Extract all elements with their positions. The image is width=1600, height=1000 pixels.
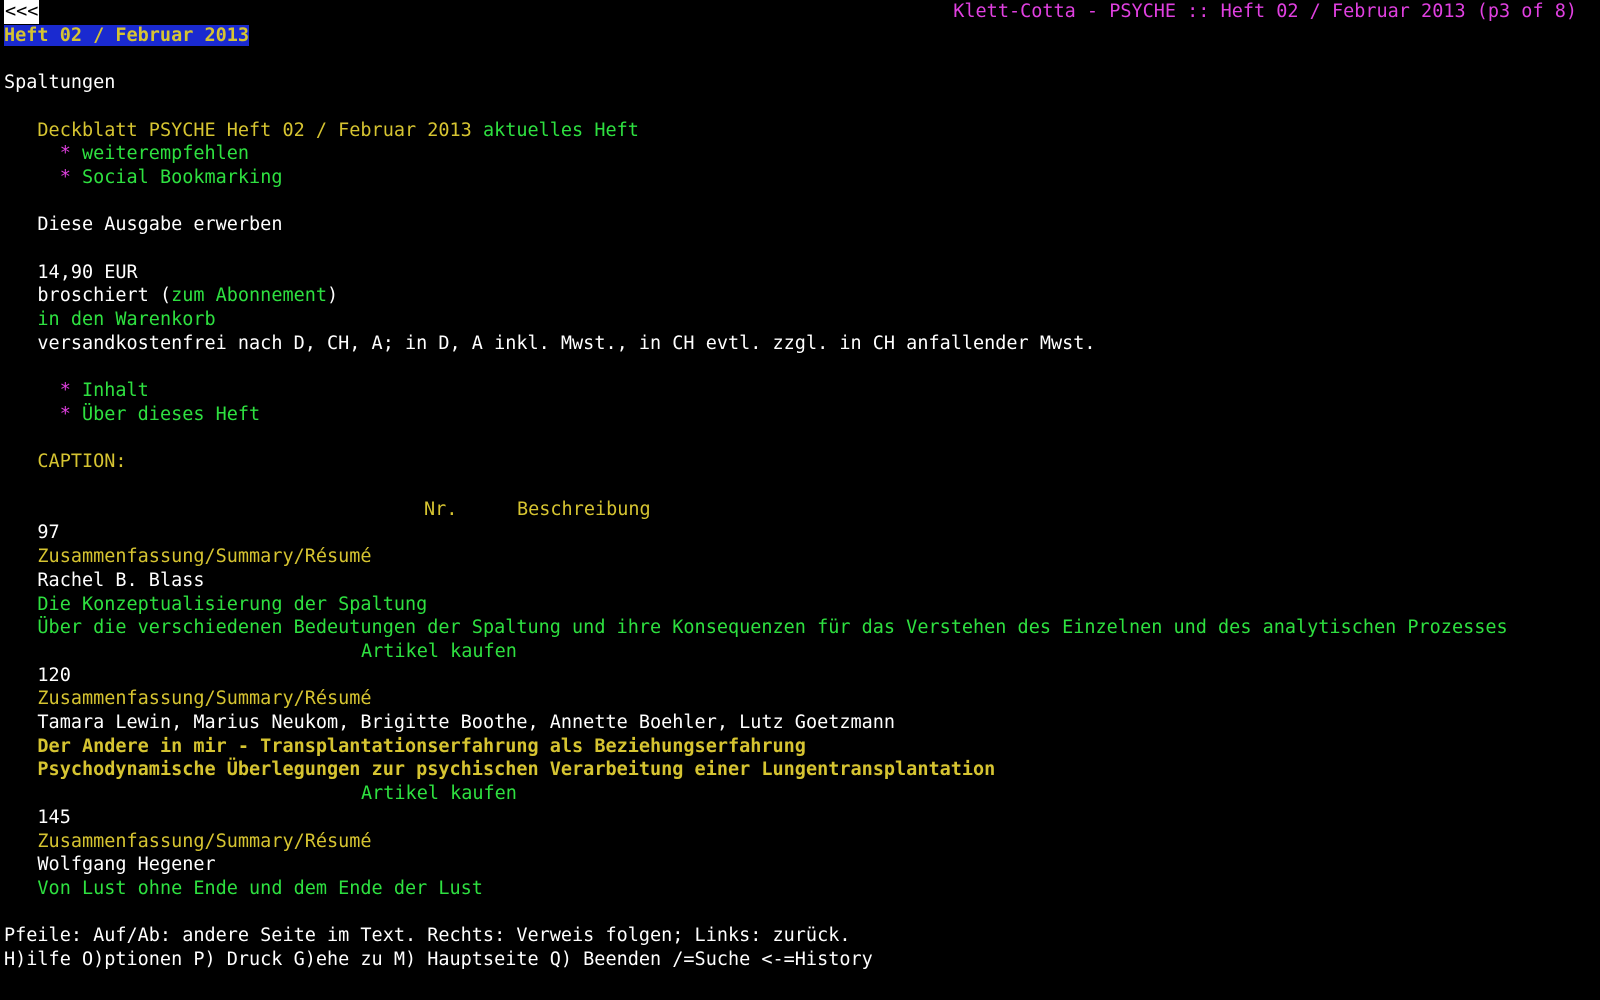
article-authors: Wolfgang Hegener xyxy=(4,853,216,877)
shipping-line: versandkostenfrei nach D, CH, A; in D, A… xyxy=(4,332,1096,356)
article-title: Der Andere in mir - Transplantationserfa… xyxy=(4,735,806,759)
subscription-link[interactable]: zum Abonnement xyxy=(171,285,327,306)
article-nr: 97 xyxy=(4,521,60,545)
article-title: Von Lust ohne Ende und dem Ende der Lust xyxy=(4,877,483,901)
add-to-cart-link[interactable]: in den Warenkorb xyxy=(37,309,215,330)
article-nr: 120 xyxy=(4,664,71,688)
window-title: Klett-Cotta - PSYCHE :: Heft 02 / Februa… xyxy=(953,1,1577,22)
bullet-icon: * xyxy=(59,380,71,402)
about-issue-link[interactable]: Über dieses Heft xyxy=(82,404,260,425)
article-nr-value: 120 xyxy=(37,664,71,686)
list-item: * weiterempfehlen xyxy=(4,142,249,166)
bullet-icon: * xyxy=(59,166,71,188)
summary-link[interactable]: Zusammenfassung/Summary/Résumé xyxy=(37,688,371,709)
list-item: * Inhalt xyxy=(4,379,149,403)
article-title: Die Konzeptualisierung der Spaltung xyxy=(4,593,427,617)
article-subtitle-link[interactable]: Psychodynamische Überlegungen zur psychi… xyxy=(37,759,995,780)
contents-link[interactable]: Inhalt xyxy=(82,380,149,401)
article-subtitle: Psychodynamische Überlegungen zur psychi… xyxy=(4,758,995,782)
summary-line: Zusammenfassung/Summary/Résumé xyxy=(4,687,371,711)
article-title-link[interactable]: Die Konzeptualisierung der Spaltung xyxy=(37,594,427,615)
current-issue-heading: Heft 02 / Februar 2013 xyxy=(4,24,250,48)
article-authors: Rachel B. Blass xyxy=(4,569,205,593)
price: 14,90 EUR xyxy=(37,261,138,283)
list-item: * Über dieses Heft xyxy=(4,403,261,427)
section-title: Spaltungen xyxy=(4,72,116,93)
table-caption: CAPTION: xyxy=(4,450,127,474)
buy-article-link[interactable]: Artikel kaufen xyxy=(361,782,517,806)
summary-link[interactable]: Zusammenfassung/Summary/Résumé xyxy=(37,546,371,567)
header-description: Beschreibung xyxy=(517,498,651,520)
cover-line: Deckblatt PSYCHE Heft 02 / Februar 2013 … xyxy=(4,119,639,143)
article-subtitle-link[interactable]: Über die verschiedenen Bedeutungen der S… xyxy=(37,617,1507,638)
current-issue-link[interactable]: aktuelles Heft xyxy=(483,120,639,141)
authors-text: Wolfgang Hegener xyxy=(37,854,216,876)
summary-line: Zusammenfassung/Summary/Résumé xyxy=(4,545,371,569)
article-nr: 145 xyxy=(4,806,71,830)
article-nr-value: 97 xyxy=(37,522,60,544)
command-status-line: H)ilfe O)ptionen P) Druck G)ehe zu M) Ha… xyxy=(4,949,873,970)
help-status-line: Pfeile: Auf/Ab: andere Seite im Text. Re… xyxy=(4,925,851,947)
cover-link[interactable]: Deckblatt PSYCHE Heft 02 / Februar 2013 xyxy=(37,120,471,141)
article-title-link[interactable]: Von Lust ohne Ende und dem Ende der Lust xyxy=(37,878,483,899)
authors-text: Tamara Lewin, Marius Neukom, Brigitte Bo… xyxy=(37,712,896,733)
buy-article-link[interactable]: Artikel kaufen xyxy=(361,640,517,664)
purchase-heading-text: Diese Ausgabe erwerben xyxy=(37,214,283,236)
caption-text: CAPTION: xyxy=(37,451,127,473)
authors-text: Rachel B. Blass xyxy=(37,569,205,591)
cart-line: in den Warenkorb xyxy=(4,308,215,332)
back-button[interactable]: <<< xyxy=(4,0,40,24)
summary-line: Zusammenfassung/Summary/Résumé xyxy=(4,830,371,854)
article-authors: Tamara Lewin, Marius Neukom, Brigitte Bo… xyxy=(4,711,895,735)
recommend-link[interactable]: weiterempfehlen xyxy=(82,143,249,164)
binding-prefix: broschiert ( xyxy=(37,285,172,307)
price-line: 14,90 EUR xyxy=(4,261,138,285)
header-nr: Nr. xyxy=(424,498,458,520)
shipping-note: versandkostenfrei nach D, CH, A; in D, A… xyxy=(37,332,1096,354)
article-subtitle: Über die verschiedenen Bedeutungen der S… xyxy=(4,616,1507,640)
article-title-link[interactable]: Der Andere in mir - Transplantationserfa… xyxy=(37,736,806,757)
social-bookmarking-link[interactable]: Social Bookmarking xyxy=(82,167,282,188)
binding-suffix: ) xyxy=(327,285,339,307)
bullet-icon: * xyxy=(59,403,71,425)
highlighted-heading: Heft 02 / Februar 2013 xyxy=(4,24,250,46)
list-item: * Social Bookmarking xyxy=(4,166,283,190)
article-nr-value: 145 xyxy=(37,806,71,828)
binding-line: broschiert (zum Abonnement) xyxy=(4,284,338,308)
summary-link[interactable]: Zusammenfassung/Summary/Résumé xyxy=(37,831,371,852)
bullet-icon: * xyxy=(59,143,71,165)
purchase-heading: Diese Ausgabe erwerben xyxy=(4,213,282,237)
